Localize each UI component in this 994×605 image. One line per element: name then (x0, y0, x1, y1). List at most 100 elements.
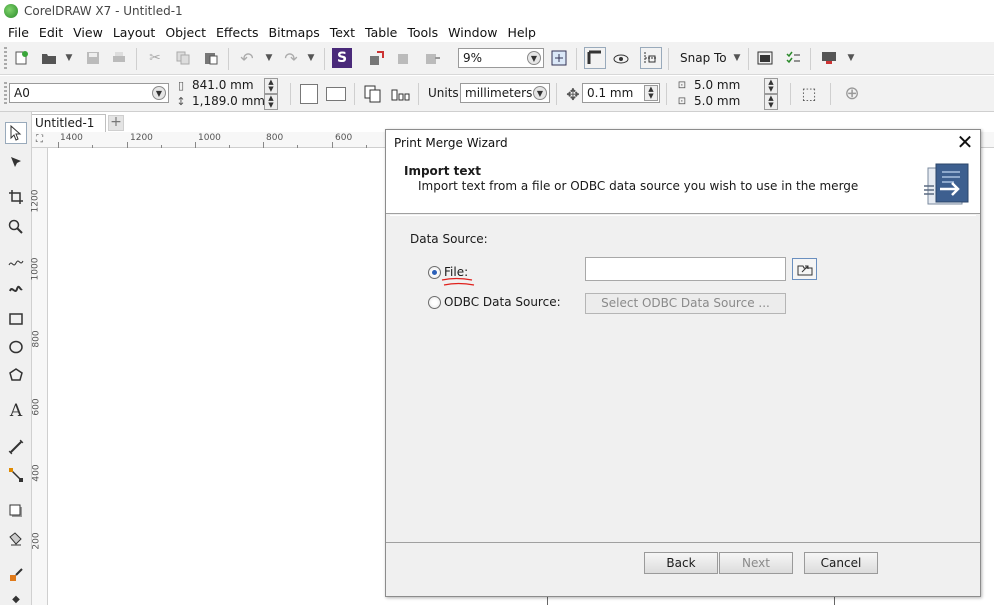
nudge-spinner[interactable]: ▲ ▼ (644, 85, 658, 101)
duplicate-y-spinner[interactable]: ▲ ▼ (764, 94, 778, 110)
chevron-down-icon[interactable]: ▼ (527, 51, 541, 65)
shape-tool-icon[interactable] (5, 152, 27, 174)
treat-as-filled-icon[interactable]: ⬚ (800, 84, 818, 103)
connector-tool-icon[interactable] (5, 464, 27, 486)
chevron-down-icon[interactable]: ▼ (152, 86, 166, 100)
polygon-tool-icon[interactable] (5, 364, 27, 386)
ruler-label: 1400 (60, 133, 83, 143)
menu-layout[interactable]: Layout (109, 25, 162, 40)
page-height-spinner[interactable]: ▲ ▼ (264, 94, 278, 110)
text-tool-icon[interactable]: A (5, 400, 27, 422)
add-tab-icon[interactable]: + (108, 115, 124, 131)
menu-edit[interactable]: Edit (35, 25, 69, 40)
toolbar-grip[interactable] (4, 47, 7, 71)
show-rulers-icon[interactable] (584, 47, 606, 69)
open-dropdown-icon[interactable]: ▼ (60, 49, 78, 67)
redo-icon[interactable]: ↷ (282, 49, 300, 68)
odbc-radio-label[interactable]: ODBC Data Source: (444, 295, 561, 309)
save-icon[interactable] (84, 49, 102, 67)
property-bar-grip[interactable] (4, 82, 7, 106)
new-document-icon[interactable] (12, 49, 30, 67)
next-button[interactable]: Next (719, 552, 793, 574)
menu-text[interactable]: Text (326, 25, 361, 40)
zoom-level-combo[interactable]: 9% ▼ (458, 48, 544, 68)
paste-icon[interactable] (202, 49, 220, 67)
page-width-spinner[interactable]: ▲ ▼ (264, 78, 278, 94)
odbc-radio[interactable] (428, 296, 441, 309)
export-icon[interactable] (396, 49, 414, 67)
menu-window[interactable]: Window (444, 25, 503, 40)
menu-table[interactable]: Table (361, 25, 403, 40)
launcher-dropdown-icon[interactable]: ▼ (842, 49, 860, 67)
ellipse-tool-icon[interactable] (5, 336, 27, 358)
freehand-tool-icon[interactable] (5, 252, 27, 274)
menu-effects[interactable]: Effects (212, 25, 265, 40)
menu-bitmaps[interactable]: Bitmaps (265, 25, 326, 40)
dialog-title-bar[interactable]: Print Merge Wizard ✕ (386, 130, 980, 156)
units-combo[interactable]: millimeters ▼ (460, 83, 550, 103)
snap-to-label[interactable]: Snap To (680, 51, 727, 65)
cancel-button[interactable]: Cancel (804, 552, 878, 574)
landscape-icon[interactable] (326, 87, 346, 101)
zoom-tool-icon[interactable] (5, 216, 27, 238)
undo-dropdown-icon[interactable]: ▼ (260, 49, 278, 67)
redo-dropdown-icon[interactable]: ▼ (302, 49, 320, 67)
duplicate-x-spinner[interactable]: ▲ ▼ (764, 78, 778, 94)
page-width-value[interactable]: 841.0 mm (192, 78, 254, 92)
red-underline-annotation (441, 277, 475, 286)
page-height-icon: ↕ (176, 94, 186, 108)
transparency-tool-icon[interactable] (5, 528, 27, 550)
print-merge-wizard-dialog: Print Merge Wizard ✕ Import text Import … (385, 129, 981, 597)
options-icon[interactable] (784, 49, 802, 67)
current-page-icon[interactable] (390, 85, 412, 103)
artistic-media-icon[interactable] (5, 278, 27, 300)
select-odbc-source-button[interactable]: Select ODBC Data Source ... (585, 293, 786, 314)
eyedropper-tool-icon[interactable] (5, 564, 27, 586)
menu-object[interactable]: Object (161, 25, 212, 40)
data-source-label: Data Source: (410, 232, 488, 246)
tab-untitled-1[interactable]: Untitled-1 (28, 114, 106, 132)
page-height-value[interactable]: 1,189.0 mm (192, 94, 265, 108)
interactive-fill-icon[interactable]: ◆ (5, 588, 27, 605)
snap-guides-icon[interactable] (640, 47, 662, 69)
menu-view[interactable]: View (69, 25, 109, 40)
copy-icon[interactable] (174, 49, 192, 67)
close-icon[interactable]: ✕ (954, 132, 976, 154)
vertical-ruler[interactable]: 1200 1000 800 600 400 200 (30, 148, 48, 605)
ruler-label: 1200 (130, 133, 153, 143)
menu-tools[interactable]: Tools (403, 25, 444, 40)
open-folder-icon[interactable] (40, 49, 58, 67)
portrait-icon[interactable] (300, 84, 318, 104)
menu-file[interactable]: File (4, 25, 35, 40)
drop-shadow-icon[interactable] (5, 500, 27, 522)
wizard-step-subtitle: Import text from a file or ODBC data sou… (418, 179, 859, 193)
publish-pdf-icon[interactable] (424, 49, 442, 67)
file-path-input[interactable] (585, 257, 786, 281)
ruler-origin-icon[interactable]: ⛶ (36, 134, 43, 145)
print-icon[interactable] (110, 49, 128, 67)
pick-tool-icon[interactable] (5, 122, 27, 144)
crop-tool-icon[interactable] (5, 186, 27, 208)
rectangle-tool-icon[interactable] (5, 308, 27, 330)
duplicate-y-value[interactable]: 5.0 mm (694, 94, 740, 108)
ruler-label: 200 (31, 532, 42, 550)
all-pages-icon[interactable] (362, 84, 384, 104)
zoom-to-page-icon[interactable] (550, 49, 568, 67)
display-view-icon[interactable] (612, 49, 630, 67)
undo-icon[interactable]: ↶ (238, 49, 256, 68)
parallel-dimension-icon[interactable] (5, 436, 27, 458)
ruler-label: 1200 (30, 189, 41, 213)
duplicate-x-value[interactable]: 5.0 mm (694, 78, 740, 92)
application-launcher-icon[interactable] (820, 49, 838, 67)
back-button[interactable]: Back (644, 552, 718, 574)
search-content-icon[interactable]: S (332, 48, 352, 68)
snap-to-dropdown-icon[interactable]: ▼ (728, 49, 746, 67)
page-size-combo[interactable]: A0 ▼ (9, 83, 169, 103)
add-preset-icon[interactable]: ⊕ (843, 83, 861, 104)
welcome-screen-icon[interactable] (756, 49, 774, 67)
browse-button[interactable] (792, 258, 817, 280)
chevron-down-icon[interactable]: ▼ (533, 86, 547, 100)
import-icon[interactable] (368, 49, 386, 67)
cut-icon[interactable]: ✂ (146, 49, 164, 67)
menu-help[interactable]: Help (503, 25, 542, 40)
